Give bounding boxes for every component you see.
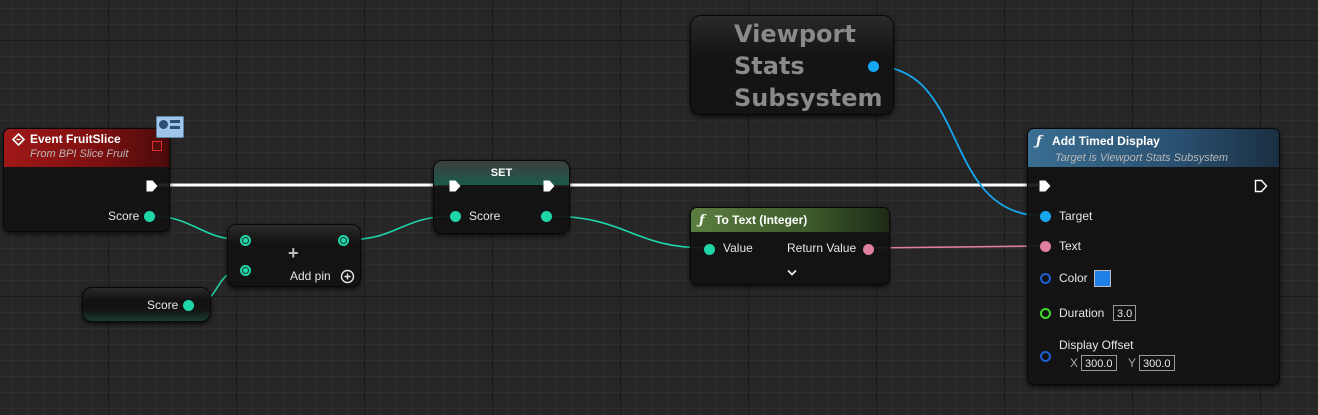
timed-text-pin[interactable] — [1040, 241, 1051, 252]
timed-duration-input[interactable]: 3.0 — [1113, 305, 1137, 321]
timed-exec-in-pin[interactable] — [1038, 179, 1052, 193]
viewport-stats-subsystem-node[interactable]: Viewport Stats Subsystem — [690, 15, 894, 115]
timed-text-label: Text — [1059, 239, 1082, 253]
event-exec-out-pin[interactable] — [145, 179, 159, 193]
viewport-title-line-1: Viewport — [734, 20, 856, 48]
timed-offset-x-input[interactable]: 300.0 — [1081, 355, 1117, 371]
set-score-label: Score — [469, 209, 501, 223]
event-node-header: Event FruitSlice From BPI Slice Fruit — [4, 129, 169, 167]
set-exec-out-pin[interactable] — [542, 179, 556, 193]
timed-target-label: Target — [1059, 209, 1093, 223]
score-getter-node[interactable]: Score — [82, 287, 211, 322]
timed-duration-label: Duration — [1059, 306, 1105, 320]
set-node[interactable]: SET Score — [433, 160, 570, 234]
event-score-out-pin[interactable] — [144, 211, 155, 222]
timed-offset-y-input[interactable]: 300.0 — [1139, 355, 1175, 371]
event-score-label: Score — [108, 209, 140, 223]
wire-totext-to-timed-text — [867, 245, 1045, 249]
wire-set-to-totext — [545, 215, 709, 249]
timed-node-title: Add Timed Display — [1052, 134, 1160, 148]
to-text-node-header: ƒ To Text (Integer) — [691, 208, 889, 232]
timed-target-pin[interactable] — [1040, 211, 1051, 222]
set-exec-in-pin[interactable] — [448, 179, 462, 193]
timed-offset-x-label: X — [1070, 356, 1079, 370]
add-input-a-pin[interactable] — [240, 235, 251, 246]
to-text-node-title: To Text (Integer) — [715, 213, 808, 227]
function-icon: ƒ — [1036, 134, 1042, 149]
timed-offset-pin[interactable] — [1040, 351, 1051, 362]
chevron-down-icon[interactable] — [786, 269, 798, 277]
to-text-value-label: Value — [723, 241, 753, 255]
set-node-title: SET — [490, 167, 513, 179]
to-text-value-in-pin[interactable] — [704, 244, 715, 255]
event-diamond-icon — [12, 132, 25, 146]
timed-color-label: Color — [1059, 271, 1088, 285]
interface-message-icon — [156, 116, 184, 138]
timed-node-header: ƒ Add Timed Display Target is Viewport S… — [1028, 129, 1279, 167]
add-pin-circle-plus-icon[interactable] — [340, 269, 355, 284]
wire-viewport-to-timed-target — [872, 65, 1045, 217]
event-fruitslice-node[interactable]: Event FruitSlice From BPI Slice Fruit Sc… — [3, 128, 170, 232]
getter-score-out-pin[interactable] — [183, 300, 194, 311]
add-node[interactable]: + Add pin — [227, 224, 361, 287]
add-output-pin[interactable] — [338, 235, 349, 246]
timed-duration-pin[interactable] — [1040, 308, 1051, 319]
add-timed-display-node[interactable]: ƒ Add Timed Display Target is Viewport S… — [1027, 128, 1280, 385]
viewport-object-out-pin[interactable] — [868, 61, 879, 72]
getter-score-label: Score — [147, 298, 179, 312]
function-icon: ƒ — [699, 213, 705, 228]
add-plus-icon: + — [288, 243, 299, 263]
timed-offset-label: Display Offset — [1059, 338, 1134, 352]
breakpoint-marker[interactable] — [152, 141, 162, 151]
add-input-b-pin[interactable] — [240, 265, 251, 276]
viewport-title-line-3: Subsystem — [734, 84, 883, 112]
viewport-title-line-2: Stats — [734, 52, 805, 80]
event-node-title: Event FruitSlice — [30, 132, 121, 146]
timed-exec-out-pin[interactable] — [1254, 179, 1268, 193]
to-text-return-out-pin[interactable] — [863, 244, 874, 255]
timed-node-subtitle: Target is Viewport Stats Subsystem — [1055, 152, 1229, 164]
set-score-out-pin[interactable] — [541, 211, 552, 222]
to-text-return-label: Return Value — [787, 241, 857, 255]
viewport-node-title: Viewport Stats Subsystem — [734, 18, 883, 114]
event-node-subtitle: From BPI Slice Fruit — [30, 148, 129, 160]
to-text-integer-node[interactable]: ƒ To Text (Integer) Value Return Value — [690, 207, 890, 285]
timed-offset-y-label: Y — [1128, 356, 1137, 370]
timed-color-swatch[interactable] — [1094, 270, 1111, 287]
set-score-in-pin[interactable] — [450, 211, 461, 222]
add-pin-label[interactable]: Add pin — [290, 269, 331, 283]
timed-color-pin[interactable] — [1040, 273, 1051, 284]
